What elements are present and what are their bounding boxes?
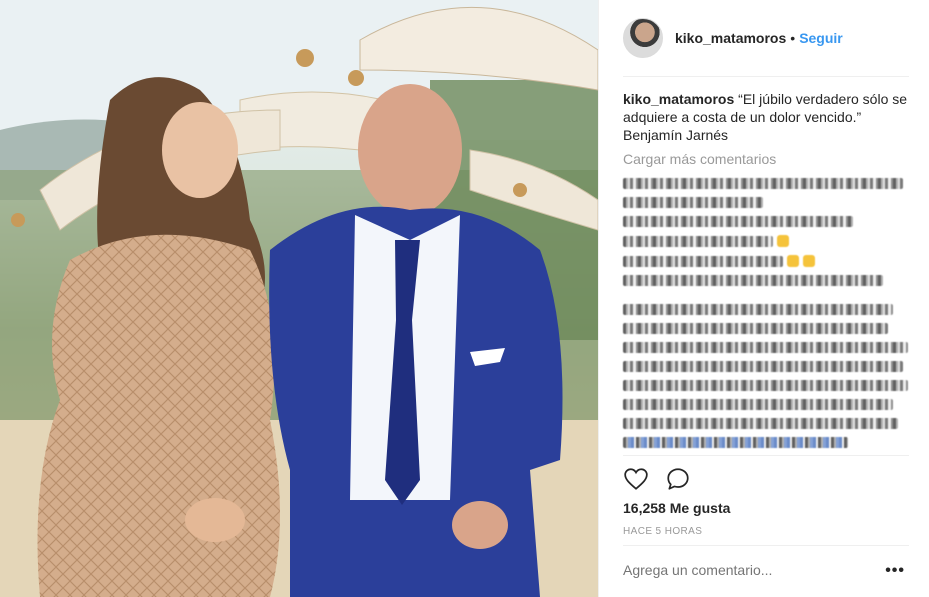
emoji-icon [803, 255, 815, 267]
follow-button[interactable]: Seguir [799, 30, 843, 46]
load-more-comments-button[interactable]: Cargar más comentarios [623, 151, 776, 167]
blurred-comment [623, 361, 903, 372]
blurred-comment [623, 399, 893, 410]
caption-username[interactable]: kiko_matamoros [623, 91, 734, 107]
comment-input[interactable] [623, 562, 873, 578]
comments-list [623, 178, 913, 456]
post-timestamp: HACE 5 HORAS [623, 526, 703, 537]
blurred-comment [623, 323, 888, 334]
comment-divider [623, 545, 909, 546]
emoji-icon [787, 255, 799, 267]
actions-divider [623, 455, 909, 456]
header-divider [623, 76, 909, 77]
blurred-comment [623, 437, 848, 448]
avatar[interactable] [623, 18, 663, 58]
likes-number: 16,258 [623, 500, 666, 516]
blurred-comment [623, 418, 898, 429]
post-caption: kiko_matamoros “El júbilo verdadero sólo… [623, 90, 913, 144]
emoji-icon [777, 235, 789, 247]
blurred-comment [623, 342, 908, 353]
post-photo[interactable] [0, 0, 598, 597]
post-header: kiko_matamoros • Seguir [623, 16, 843, 60]
likes-count[interactable]: 16,258 Me gusta [623, 500, 730, 516]
blurred-comment [623, 197, 763, 208]
likes-label: Me gusta [669, 500, 731, 516]
photo-illustration [0, 0, 598, 597]
comment-bubble-icon[interactable] [665, 466, 691, 492]
blurred-comment [623, 235, 913, 247]
heart-icon[interactable] [623, 466, 649, 492]
separator-dot: • [790, 30, 796, 46]
blurred-comment [623, 216, 853, 227]
blurred-comment [623, 275, 883, 286]
blurred-comment [623, 380, 908, 391]
more-horizontal-icon[interactable]: ••• [885, 562, 905, 580]
post-sidebar: kiko_matamoros • Seguir kiko_matamoros “… [598, 0, 929, 597]
post-actions [623, 466, 691, 492]
header-username[interactable]: kiko_matamoros [675, 30, 786, 46]
blurred-comment [623, 304, 893, 315]
blurred-comment [623, 255, 913, 267]
blurred-comment [623, 178, 903, 189]
